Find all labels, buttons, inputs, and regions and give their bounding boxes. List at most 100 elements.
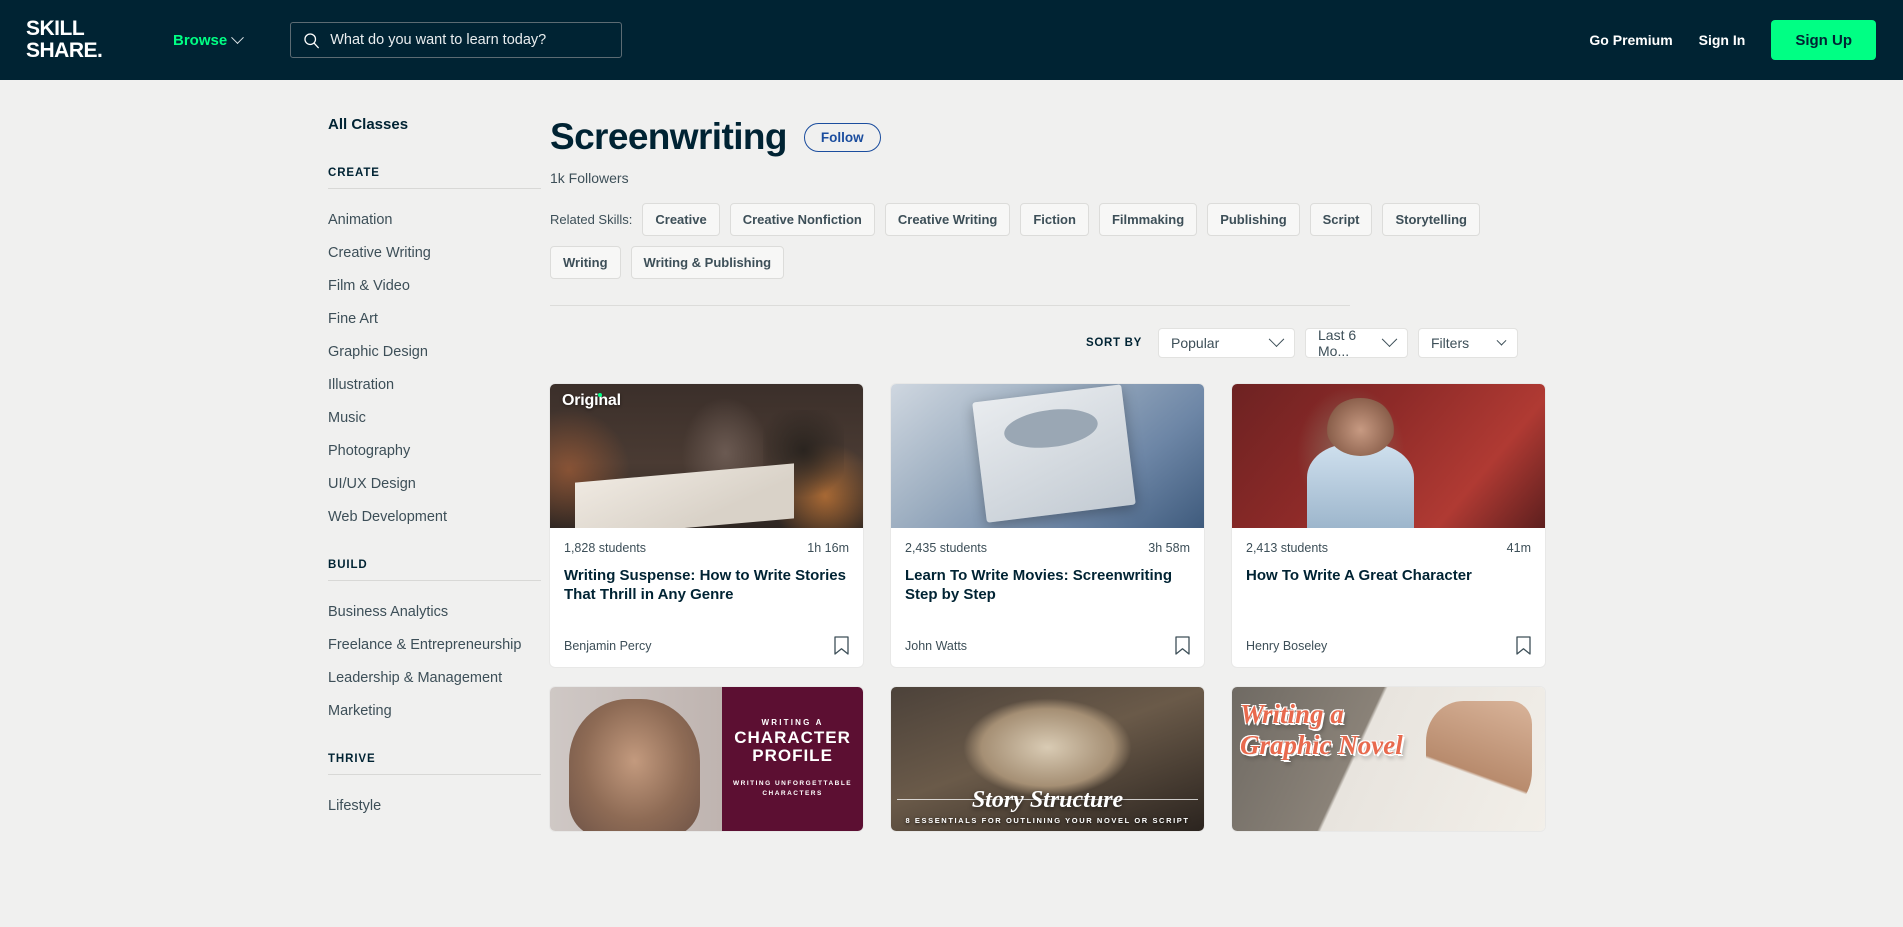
class-title[interactable]: Learn To Write Movies: Screenwriting Ste… [905,567,1190,605]
skill-tag-filmmaking[interactable]: Filmmaking [1098,203,1198,236]
skill-tag-writing-publishing[interactable]: Writing & Publishing [630,246,785,279]
time-range-value: Last 6 Mo... [1318,327,1357,359]
sidebar-item-all-classes[interactable]: All Classes [328,116,456,133]
class-card-meta: 2,413 students 41m [1246,541,1531,555]
page-title: Screenwriting [550,116,787,157]
skill-tag-publishing[interactable]: Publishing [1207,203,1300,236]
class-card-footer: Henry Boseley [1232,636,1545,667]
go-premium-link[interactable]: Go Premium [1589,32,1672,48]
sort-by-label: SORT BY [1085,337,1142,349]
sidebar-item-ui-ux-design[interactable]: UI/UX Design [328,467,456,500]
sidebar-item-film-video[interactable]: Film & Video [328,269,456,302]
sort-select-value: Popular [1171,335,1220,351]
class-card[interactable]: Story Structure 8 ESSENTIALS FOR OUTLINI… [891,687,1204,831]
time-range-select[interactable]: Last 6 Mo... [1305,327,1408,359]
class-title[interactable]: How To Write A Great Character [1246,567,1531,586]
class-card[interactable]: 2,435 students 3h 58m Learn To Write Mov… [891,384,1204,667]
sidebar-group-build: BUILD Business Analytics Freelance & Ent… [328,559,541,727]
skill-tag-creative-nonfiction[interactable]: Creative Nonfiction [729,203,875,236]
thumb-line-2: 8 ESSENTIALS FOR OUTLINING YOUR NOVEL OR… [905,816,1190,825]
skill-tag-creative-writing[interactable]: Creative Writing [884,203,1011,236]
class-card-meta: 2,435 students 3h 58m [905,541,1190,555]
student-count: 2,435 students [905,541,988,555]
class-author[interactable]: Henry Boseley [1246,639,1327,653]
bookmark-button[interactable] [1516,636,1531,655]
category-sidebar: All Classes CREATE Animation Creative Wr… [328,116,541,831]
skill-tag-script[interactable]: Script [1309,203,1373,236]
section-divider [550,305,1350,306]
class-grid: Original 1,828 students 1h 16m Writing S… [550,384,1545,831]
bookmark-icon [1516,636,1531,655]
filters-button[interactable]: Filters [1418,328,1518,358]
sidebar-item-lifestyle[interactable]: Lifestyle [328,789,456,822]
sidebar-group-thrive: THRIVE Lifestyle [328,753,541,822]
thumb-line-1: Story Structure [971,787,1124,813]
class-title[interactable]: Writing Suspense: How to Write Stories T… [564,567,849,605]
class-card[interactable]: 2,413 students 41m How To Write A Great … [1232,384,1545,667]
sidebar-item-marketing[interactable]: Marketing [328,694,456,727]
sort-select[interactable]: Popular [1158,328,1295,358]
sign-in-link[interactable]: Sign In [1699,32,1746,48]
sidebar-item-business-analytics[interactable]: Business Analytics [328,595,456,628]
thumb-line-2: Graphic Novel [1240,730,1403,760]
class-duration: 3h 58m [1148,541,1190,555]
sidebar-item-illustration[interactable]: Illustration [328,368,456,401]
chevron-down-icon [231,30,245,44]
badge-dot-icon [598,393,602,397]
sidebar-group-title: BUILD [328,559,541,581]
sidebar-item-leadership-management[interactable]: Leadership & Management [328,661,502,694]
class-card-body: 1,828 students 1h 16m Writing Suspense: … [550,528,863,636]
skill-tag-writing[interactable]: Writing [550,246,621,279]
chevron-down-icon [1381,330,1398,347]
thumb-line-1: WRITING A [761,718,824,728]
class-card-footer: Benjamin Percy [550,636,863,667]
class-thumbnail: Writing a Graphic Novel [1232,687,1545,831]
thumb-line-2: CHARACTER PROFILE [734,728,851,766]
class-card-footer: John Watts [891,636,1204,667]
sidebar-group-title: THRIVE [328,753,541,775]
page-content: All Classes CREATE Animation Creative Wr… [0,80,1903,831]
sidebar-group-create: CREATE Animation Creative Writing Film &… [328,167,541,533]
class-author[interactable]: Benjamin Percy [564,639,652,653]
browse-menu[interactable]: Browse [173,30,245,49]
bookmark-icon [1175,636,1190,655]
sign-up-button[interactable]: Sign Up [1771,20,1876,60]
related-skills-label: Related Skills: [550,212,633,227]
skill-tag-fiction[interactable]: Fiction [1020,203,1089,236]
skill-tag-creative[interactable]: Creative [642,203,720,236]
class-card[interactable]: WRITING A CHARACTER PROFILE WRITING UNFO… [550,687,863,831]
search-box[interactable] [290,22,623,58]
sidebar-item-music[interactable]: Music [328,401,456,434]
bookmark-button[interactable] [1175,636,1190,655]
followers-count: 1k Followers [550,170,629,186]
title-row: Screenwriting Follow [550,116,1523,158]
sidebar-item-fine-art[interactable]: Fine Art [328,302,456,335]
sidebar-item-creative-writing[interactable]: Creative Writing [328,236,456,269]
skillshare-logo[interactable]: SKILL SHARE. [24,18,116,61]
class-author[interactable]: John Watts [905,639,967,653]
class-thumbnail: WRITING A CHARACTER PROFILE WRITING UNFO… [550,687,863,831]
class-card[interactable]: Writing a Graphic Novel [1232,687,1545,831]
sidebar-item-animation[interactable]: Animation [328,203,456,236]
search-icon [304,32,320,48]
search-input[interactable] [330,32,610,48]
chevron-down-icon [1496,335,1507,346]
class-duration: 41m [1506,541,1531,555]
follow-button[interactable]: Follow [803,122,881,152]
student-count: 1,828 students [564,541,647,555]
skill-tag-storytelling[interactable]: Storytelling [1382,203,1480,236]
thumb-line-1: Writing a [1240,699,1344,729]
sidebar-item-graphic-design[interactable]: Graphic Design [328,335,456,368]
original-badge: Original [562,392,621,410]
class-thumbnail [891,384,1204,528]
sidebar-item-photography[interactable]: Photography [328,434,456,467]
sidebar-item-web-development[interactable]: Web Development [328,500,456,533]
sort-filter-bar: SORT BY Popular Last 6 Mo... Filters [550,327,1523,359]
site-header: SKILL SHARE. Browse Go Premium Sign In S… [0,0,1903,80]
class-card[interactable]: Original 1,828 students 1h 16m Writing S… [550,384,863,667]
sidebar-item-freelance-entrepreneurship[interactable]: Freelance & Entrepreneurship [328,628,521,661]
bookmark-button[interactable] [834,636,849,655]
thumbnail-overlay-text: WRITING A CHARACTER PROFILE WRITING UNFO… [722,687,863,831]
class-card-meta: 1,828 students 1h 16m [564,541,849,555]
browse-label: Browse [173,31,228,49]
